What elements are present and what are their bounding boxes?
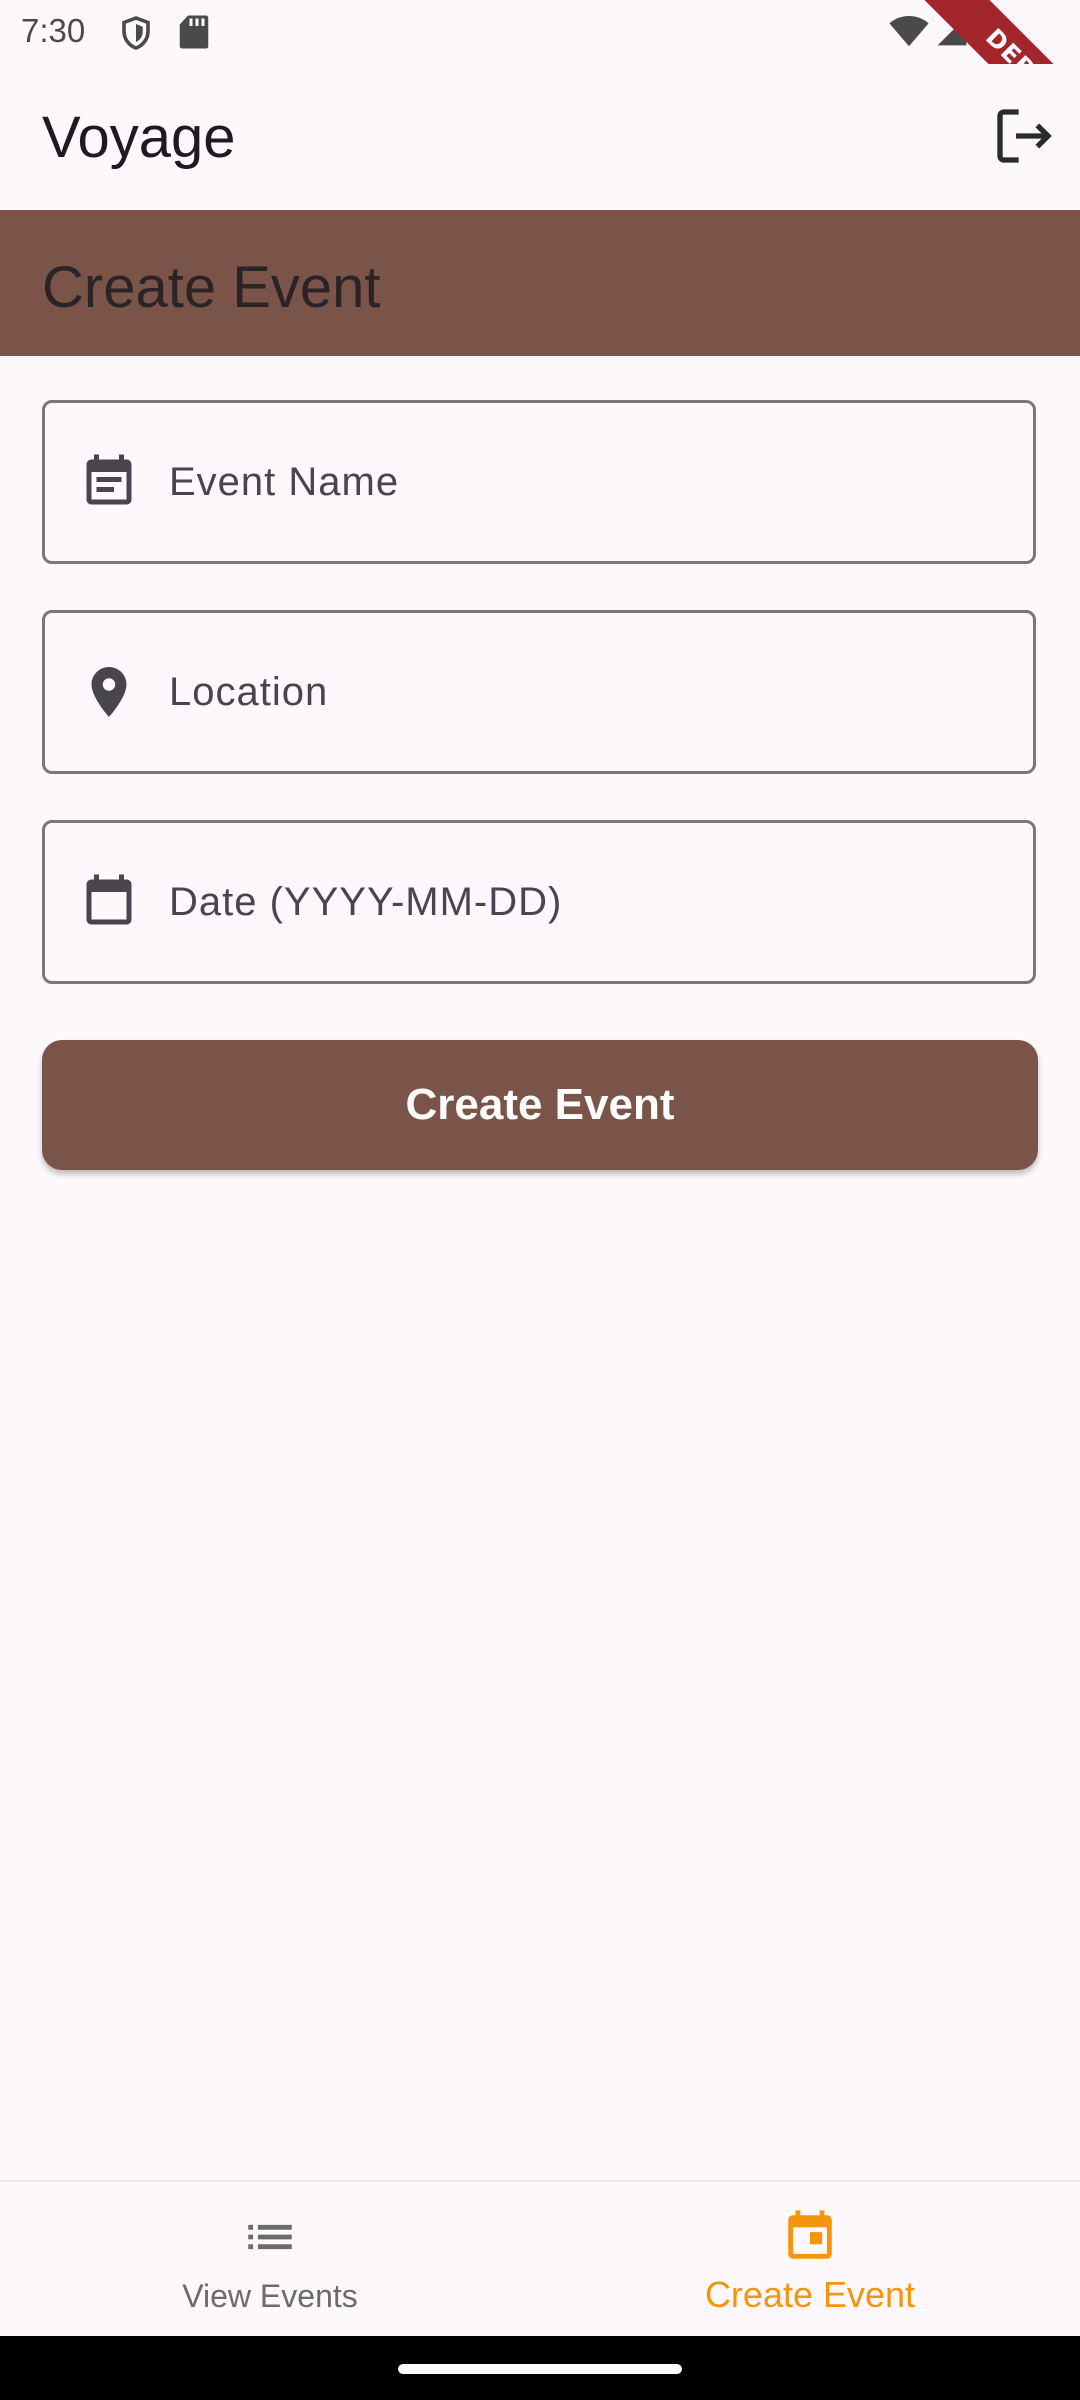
- status-time: 7:30: [21, 12, 86, 49]
- bottom-nav: View Events Create Event: [0, 2180, 1080, 2336]
- event-name-input[interactable]: [169, 403, 1009, 561]
- nav-label-view-events: View Events: [182, 2278, 358, 2314]
- event-note-icon: [86, 454, 132, 505]
- nav-item-create-event[interactable]: Create Event: [540, 2182, 1080, 2336]
- home-indicator[interactable]: [398, 2364, 682, 2374]
- app-bar: Voyage: [0, 64, 1080, 210]
- list-icon: [248, 2224, 292, 2250]
- status-bar: 7:30 DEBUG: [0, 0, 1080, 170]
- location-pin-icon: [91, 667, 127, 717]
- nav-label-create-event: Create Event: [704, 2274, 916, 2315]
- sd-card-icon: [179, 15, 209, 49]
- event-name-field[interactable]: [42, 400, 1036, 564]
- page-title: Create Event: [42, 255, 381, 320]
- calendar-today-icon: [788, 2210, 832, 2259]
- logout-button[interactable]: [992, 104, 1056, 168]
- nav-item-view-events[interactable]: View Events: [0, 2182, 540, 2336]
- page-header: Create Event: [0, 210, 1080, 356]
- system-nav-bar: [0, 2336, 1080, 2400]
- create-event-button[interactable]: Create Event: [42, 1040, 1038, 1170]
- date-field[interactable]: [42, 820, 1036, 984]
- app-title: Voyage: [42, 105, 236, 170]
- logout-icon: [997, 109, 1052, 163]
- location-input[interactable]: [169, 613, 1009, 771]
- location-field[interactable]: [42, 610, 1036, 774]
- date-input[interactable]: [169, 823, 1009, 981]
- shield-icon: [122, 16, 150, 50]
- calendar-icon: [86, 874, 132, 925]
